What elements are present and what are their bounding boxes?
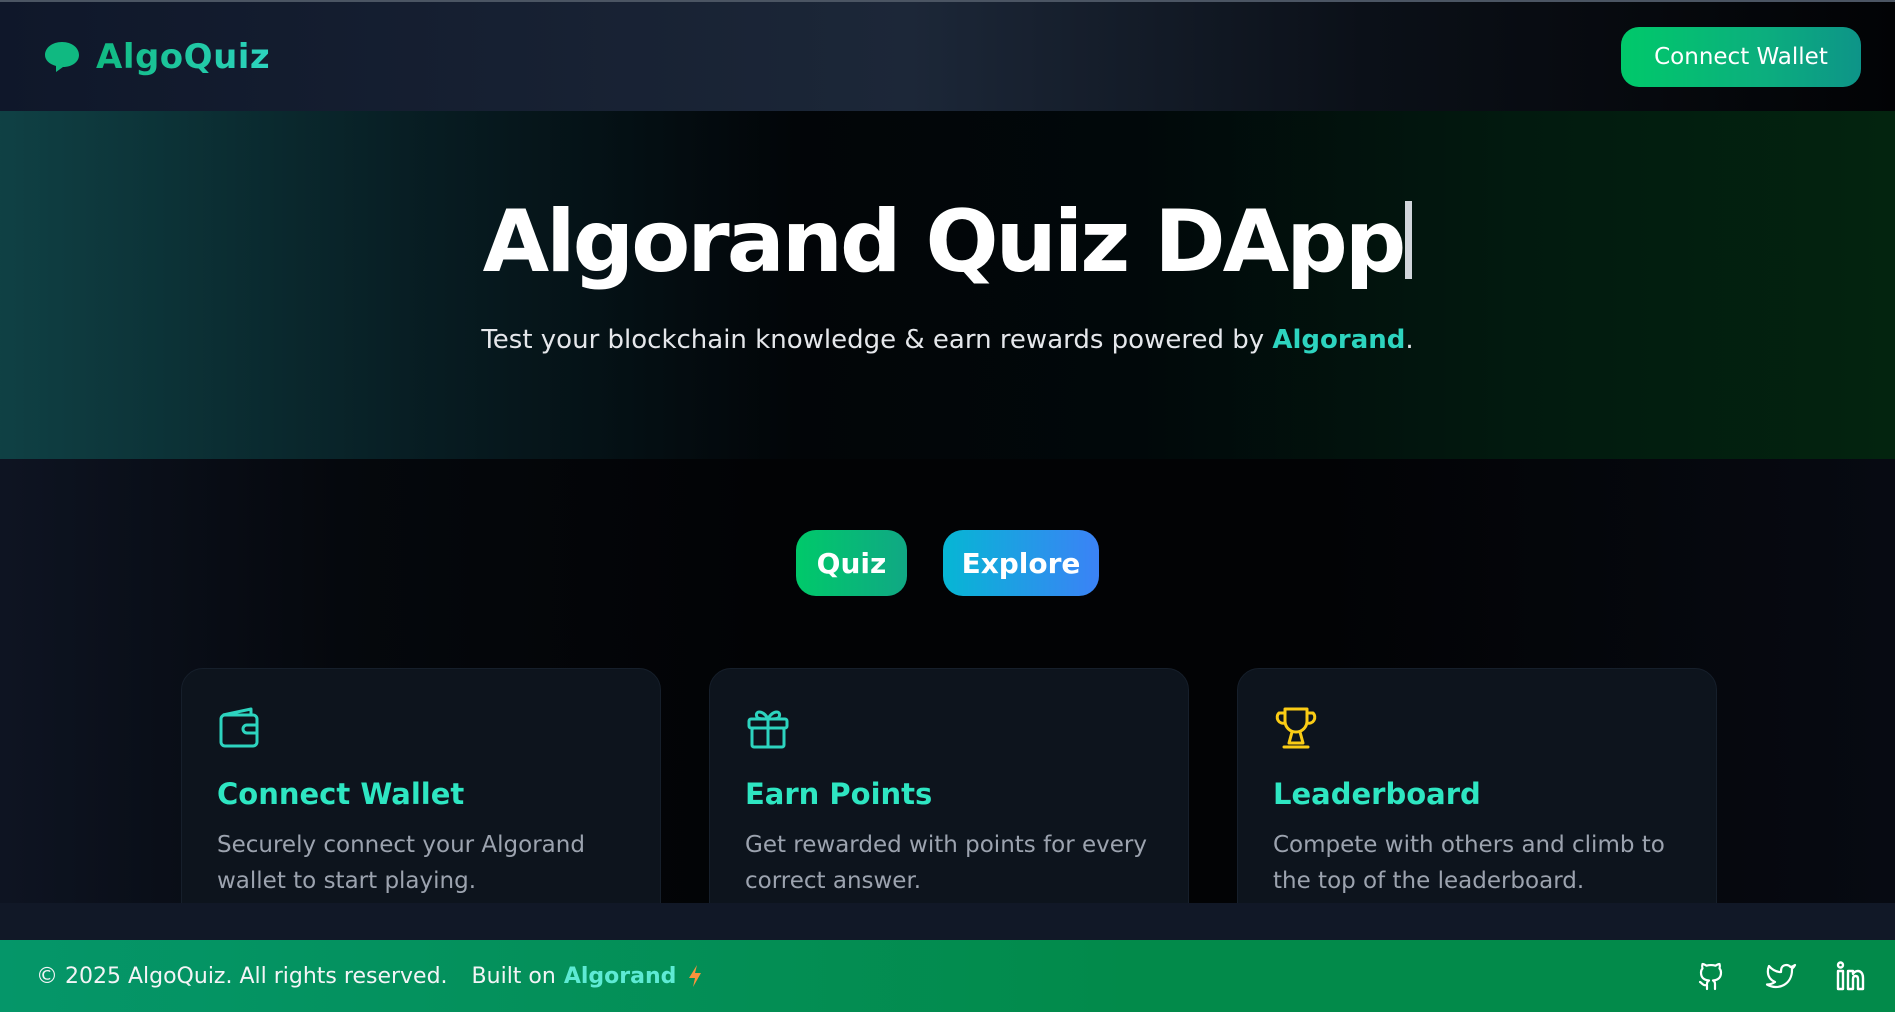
subtitle-prefix: Test your blockchain knowledge & earn re… [481,325,1273,355]
social-links [1695,960,1867,992]
subtitle-suffix: . [1405,325,1414,355]
footer-info: © 2025 AlgoQuiz. All rights reserved. Bu… [36,964,704,989]
top-navbar: AlgoQuiz Connect Wallet [0,2,1895,111]
footer: © 2025 AlgoQuiz. All rights reserved. Bu… [0,940,1895,1012]
built-on-label: Built on [471,963,556,989]
feature-card-leaderboard: Leaderboard Compete with others and clim… [1237,668,1717,928]
wallet-icon [219,707,259,748]
brand[interactable]: AlgoQuiz [42,37,270,77]
action-buttons: Quiz Explore [0,530,1895,596]
copyright-text: © 2025 AlgoQuiz. All rights reserved. [36,963,448,989]
feature-cards: Connect Wallet Securely connect your Alg… [181,668,1717,928]
feature-description: Securely connect your Algorand wallet to… [217,832,585,894]
hero: Algorand Quiz DApp Test your blockchain … [0,111,1895,459]
linkedin-icon[interactable] [1835,960,1867,992]
github-icon[interactable] [1695,960,1727,992]
gift-icon [747,710,789,749]
feature-card-earn-points: Earn Points Get rewarded with points for… [709,668,1189,928]
app-page: AlgoQuiz Connect Wallet Algorand Quiz DA… [0,0,1895,1012]
algorand-link[interactable]: Algorand [564,964,677,989]
quiz-button[interactable]: Quiz [796,530,907,596]
feature-title: Connect Wallet [217,777,465,811]
feature-description: Get rewarded with points for every corre… [745,832,1147,894]
connect-wallet-button[interactable]: Connect Wallet [1621,26,1861,87]
feature-title: Leaderboard [1273,777,1481,811]
subtitle-accent: Algorand [1272,325,1406,355]
trophy-icon [1275,707,1317,749]
typing-caret [1405,201,1413,279]
feature-description: Compete with others and climb to the top… [1273,832,1665,894]
feature-title: Earn Points [745,777,933,811]
hero-subtitle: Test your blockchain knowledge & earn re… [0,325,1895,355]
feature-card-connect-wallet: Connect Wallet Securely connect your Alg… [181,668,661,928]
twitter-icon[interactable] [1765,960,1797,992]
explore-button[interactable]: Explore [943,530,1099,596]
brand-name: AlgoQuiz [96,36,271,77]
title-text: Algorand Quiz DApp [482,192,1407,292]
main-content: Quiz Explore Connect Wallet Securely con… [0,459,1895,928]
lightning-icon [689,965,702,987]
chat-bubble-icon [45,41,79,72]
content-bottom-strip [0,903,1895,940]
page-title: Algorand Quiz DApp [0,199,1895,285]
